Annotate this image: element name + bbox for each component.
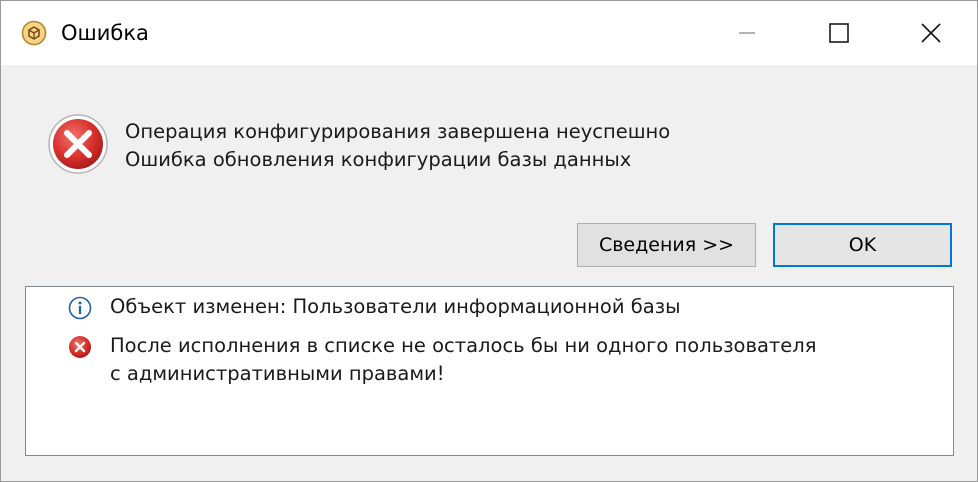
- title-bar[interactable]: Ошибка: [1, 1, 977, 65]
- maximize-button[interactable]: [793, 1, 885, 65]
- maximize-icon: [829, 23, 849, 43]
- log-item-text-line-1: После исполнения в списке не осталось бы…: [110, 334, 817, 357]
- error-icon: [68, 335, 92, 359]
- message-line-1: Операция конфигурирования завершена неус…: [125, 120, 671, 143]
- close-icon: [921, 23, 941, 43]
- error-icon: [47, 113, 109, 175]
- details-button[interactable]: Сведения >>: [577, 223, 756, 267]
- window-title: Ошибка: [61, 21, 149, 45]
- error-message: Операция конфигурирования завершена неус…: [125, 118, 670, 174]
- message-line-2: Ошибка обновления конфигурации базы данн…: [125, 148, 632, 171]
- ok-button[interactable]: OK: [773, 223, 952, 267]
- log-item-text-line-2: с административными правами!: [110, 362, 445, 385]
- minimize-icon: [739, 32, 755, 34]
- messages-log[interactable]: Объект изменен: Пользователи информацион…: [25, 286, 954, 456]
- app-icon: [21, 20, 47, 46]
- info-icon: [68, 296, 92, 320]
- error-dialog-window: Ошибка Операция конфигурирования заверше…: [0, 0, 978, 482]
- close-button[interactable]: [885, 1, 977, 65]
- minimize-button[interactable]: [701, 1, 793, 65]
- log-item-text: Объект изменен: Пользователи информацион…: [110, 295, 681, 318]
